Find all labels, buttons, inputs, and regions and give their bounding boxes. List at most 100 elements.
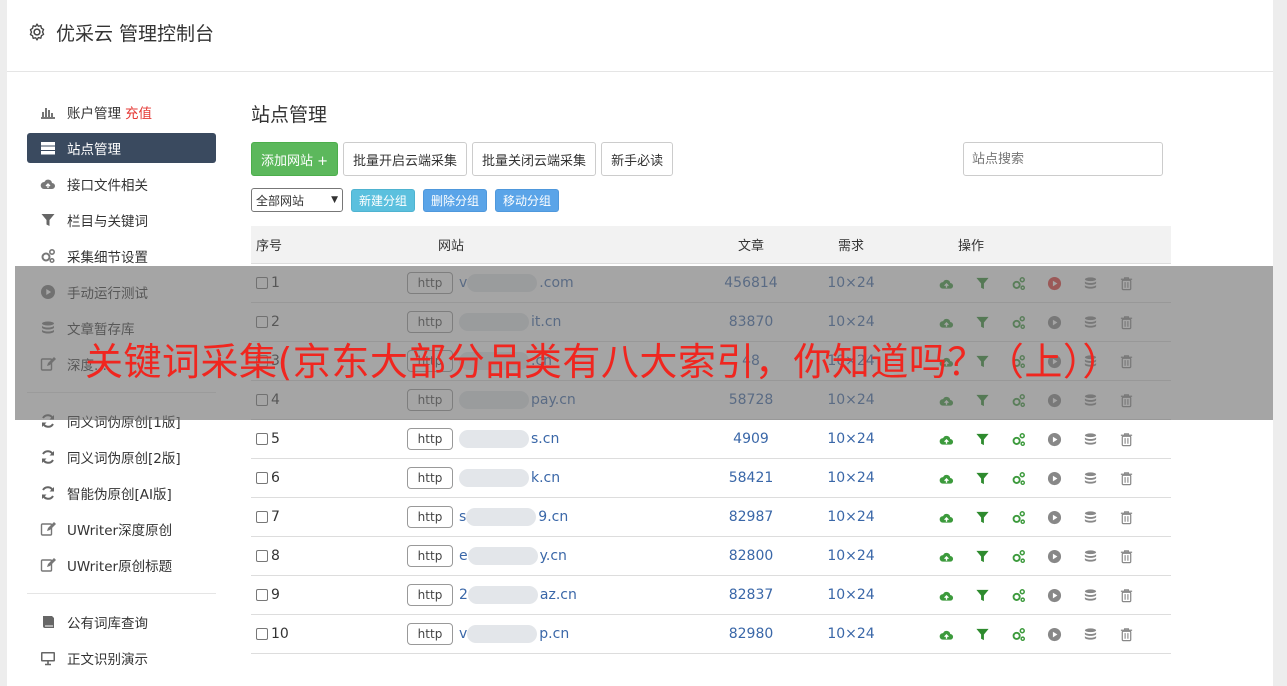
- site-cell: http s.cn: [331, 428, 691, 450]
- beginner-guide-button[interactable]: 新手必读: [601, 142, 674, 176]
- demand-value[interactable]: 10×24: [811, 587, 891, 603]
- play-icon[interactable]: [1045, 547, 1063, 565]
- site-cell: http 2 az.cn: [331, 584, 691, 606]
- database-icon[interactable]: [1081, 508, 1099, 526]
- play-icon[interactable]: [1045, 430, 1063, 448]
- sidebar-item-label: 站点管理: [67, 142, 121, 158]
- sidebar-item[interactable]: 栏目与关键词: [27, 202, 216, 238]
- cloud-upload-icon[interactable]: [937, 430, 955, 448]
- row-index: 7: [271, 509, 280, 525]
- server-icon: [39, 139, 57, 157]
- trash-icon[interactable]: [1117, 508, 1135, 526]
- recharge-link[interactable]: 充值: [125, 102, 152, 122]
- delete-group-button[interactable]: 删除分组: [423, 188, 488, 212]
- gears-icon[interactable]: [1009, 547, 1027, 565]
- sidebar-item[interactable]: 同义词伪原创[2版]: [27, 439, 216, 475]
- article-count[interactable]: 82837: [691, 587, 811, 603]
- gears-icon[interactable]: [1009, 625, 1027, 643]
- table-row: 9 http 2 az.cn 82837 10×24: [251, 576, 1171, 615]
- gears-icon[interactable]: [1009, 586, 1027, 604]
- move-group-button[interactable]: 移动分组: [495, 188, 560, 212]
- filter-icon[interactable]: [973, 430, 991, 448]
- batch-enable-cloud-button[interactable]: 批量开启云端采集: [343, 142, 468, 176]
- demand-value[interactable]: 10×24: [811, 470, 891, 486]
- header-ops: 操作: [957, 239, 984, 254]
- table-header: 序号 网站 文章 需求 操作: [251, 226, 1171, 264]
- toolbar: 添加网站 + 批量开启云端采集 批量关闭云端采集 新手必读: [251, 142, 674, 176]
- filter-icon[interactable]: [973, 625, 991, 643]
- site-domain-link[interactable]: v p.cn: [459, 625, 569, 643]
- cloud-upload-icon[interactable]: [937, 547, 955, 565]
- edit-icon: [39, 556, 57, 574]
- article-count[interactable]: 82980: [691, 626, 811, 642]
- database-icon[interactable]: [1081, 625, 1099, 643]
- database-icon[interactable]: [1081, 430, 1099, 448]
- site-cell: http s 9.cn: [331, 506, 691, 528]
- redacted-mask: [467, 625, 538, 643]
- article-count[interactable]: 58421: [691, 470, 811, 486]
- article-count[interactable]: 4909: [691, 431, 811, 447]
- row-checkbox[interactable]: [256, 589, 268, 601]
- domain-suffix: y.cn: [539, 548, 567, 564]
- play-icon[interactable]: [1045, 469, 1063, 487]
- gear-icon[interactable]: [27, 22, 47, 42]
- row-checkbox[interactable]: [256, 511, 268, 523]
- filter-icon[interactable]: [973, 469, 991, 487]
- row-checkbox[interactable]: [256, 472, 268, 484]
- trash-icon[interactable]: [1117, 625, 1135, 643]
- article-count[interactable]: 82987: [691, 509, 811, 525]
- trash-icon[interactable]: [1117, 586, 1135, 604]
- new-group-button[interactable]: 新建分组: [351, 188, 416, 212]
- row-checkbox[interactable]: [256, 550, 268, 562]
- sidebar-item[interactable]: 正文识别演示: [27, 640, 216, 676]
- table-row: 5 http s.cn 4909 10×24: [251, 420, 1171, 459]
- row-actions: [891, 625, 1171, 643]
- database-icon[interactable]: [1081, 547, 1099, 565]
- gears-icon[interactable]: [1009, 508, 1027, 526]
- sidebar-item[interactable]: 接口文件相关: [27, 166, 216, 202]
- sidebar-item[interactable]: 账户管理 充值: [27, 94, 216, 130]
- sidebar-item[interactable]: UWriter深度原创: [27, 511, 216, 547]
- site-domain-link[interactable]: s 9.cn: [459, 508, 568, 526]
- trash-icon[interactable]: [1117, 547, 1135, 565]
- group-select[interactable]: 全部网站 ▼: [251, 188, 343, 212]
- play-icon[interactable]: [1045, 508, 1063, 526]
- cloud-upload-icon[interactable]: [937, 508, 955, 526]
- article-count[interactable]: 82800: [691, 548, 811, 564]
- trash-icon[interactable]: [1117, 430, 1135, 448]
- demand-value[interactable]: 10×24: [811, 626, 891, 642]
- trash-icon[interactable]: [1117, 469, 1135, 487]
- database-icon[interactable]: [1081, 586, 1099, 604]
- site-search-input[interactable]: [963, 142, 1163, 176]
- site-domain-link[interactable]: k.cn: [459, 469, 560, 487]
- database-icon[interactable]: [1081, 469, 1099, 487]
- site-domain-link[interactable]: 2 az.cn: [459, 586, 577, 604]
- gears-icon[interactable]: [1009, 469, 1027, 487]
- cloud-upload-icon[interactable]: [937, 625, 955, 643]
- demand-value[interactable]: 10×24: [811, 548, 891, 564]
- site-domain-link[interactable]: s.cn: [459, 430, 559, 448]
- row-index: 5: [271, 431, 280, 447]
- filter-icon[interactable]: [973, 586, 991, 604]
- gears-icon[interactable]: [1009, 430, 1027, 448]
- play-icon[interactable]: [1045, 586, 1063, 604]
- site-domain-link[interactable]: e y.cn: [459, 547, 567, 565]
- demand-value[interactable]: 10×24: [811, 431, 891, 447]
- sidebar-item[interactable]: 公有词库查询: [27, 604, 216, 640]
- sidebar-item[interactable]: UWriter原创标题: [27, 547, 216, 583]
- cloud-upload-icon[interactable]: [937, 586, 955, 604]
- row-checkbox[interactable]: [256, 433, 268, 445]
- batch-disable-cloud-button[interactable]: 批量关闭云端采集: [472, 142, 597, 176]
- filter-icon[interactable]: [973, 547, 991, 565]
- demand-value[interactable]: 10×24: [811, 509, 891, 525]
- refresh-icon: [39, 484, 57, 502]
- sidebar-item-label: 采集细节设置: [67, 250, 148, 266]
- sidebar-item[interactable]: 站点管理: [27, 133, 216, 163]
- table-row: 7 http s 9.cn 82987 10×24: [251, 498, 1171, 537]
- sidebar-item[interactable]: 智能伪原创[AI版]: [27, 475, 216, 511]
- filter-icon[interactable]: [973, 508, 991, 526]
- add-site-button[interactable]: 添加网站 +: [251, 142, 339, 176]
- row-checkbox[interactable]: [256, 628, 268, 640]
- cloud-upload-icon[interactable]: [937, 469, 955, 487]
- play-icon[interactable]: [1045, 625, 1063, 643]
